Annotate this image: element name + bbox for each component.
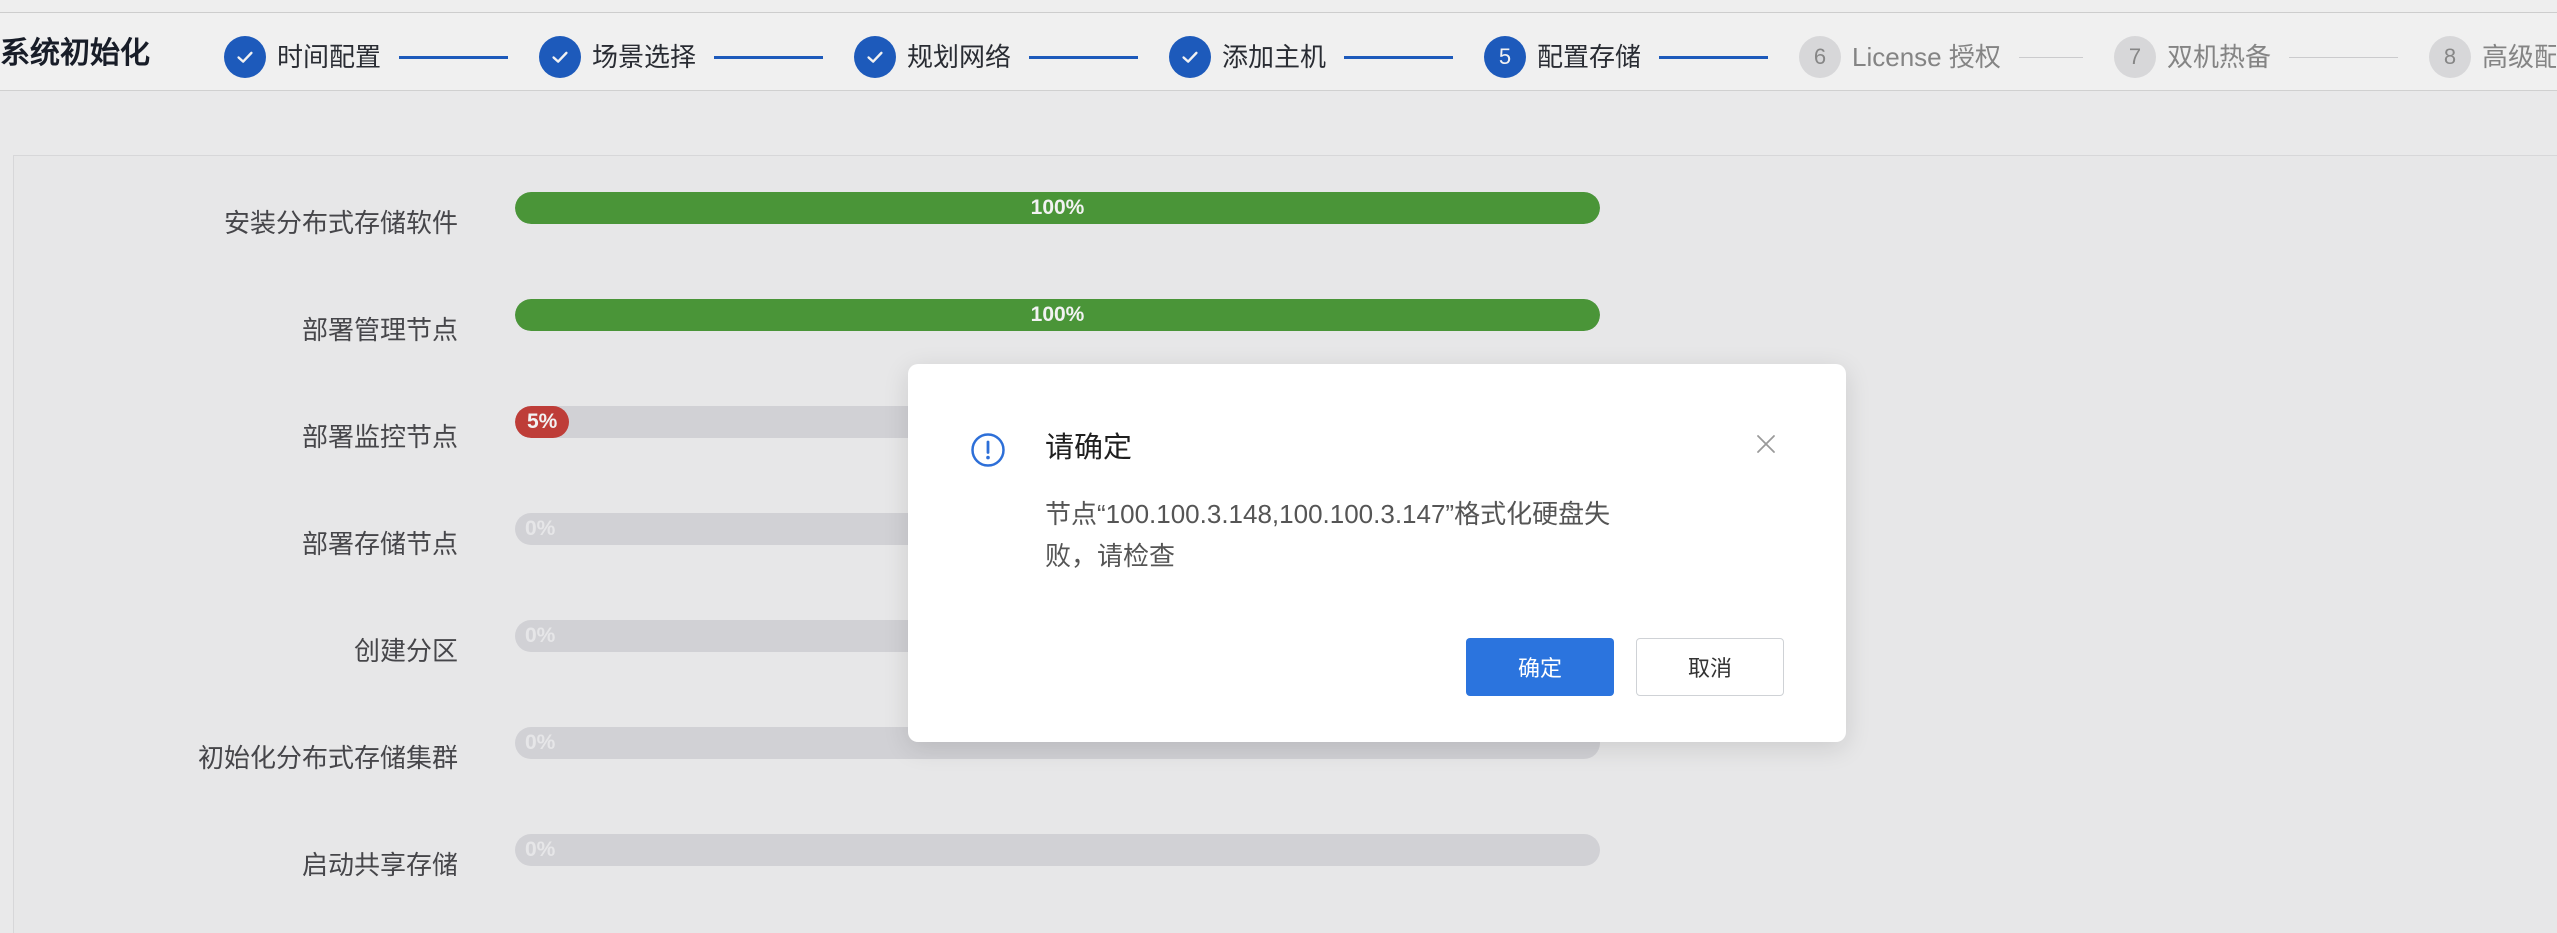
exclamation-circle-icon <box>970 432 1006 468</box>
dialog-message: 节点“100.100.3.148,100.100.3.147”格式化硬盘失 败，… <box>1045 493 1725 577</box>
dialog-message-line: 节点“100.100.3.148,100.100.3.147”格式化硬盘失 <box>1045 499 1611 529</box>
confirm-button[interactable]: 确定 <box>1466 638 1614 696</box>
confirm-dialog: 请确定 节点“100.100.3.148,100.100.3.147”格式化硬盘… <box>908 364 1846 742</box>
close-icon[interactable] <box>1754 432 1778 456</box>
cancel-button[interactable]: 取消 <box>1636 638 1784 696</box>
dialog-title: 请确定 <box>1045 432 1133 464</box>
dialog-message-line: 败，请检查 <box>1045 541 1176 571</box>
